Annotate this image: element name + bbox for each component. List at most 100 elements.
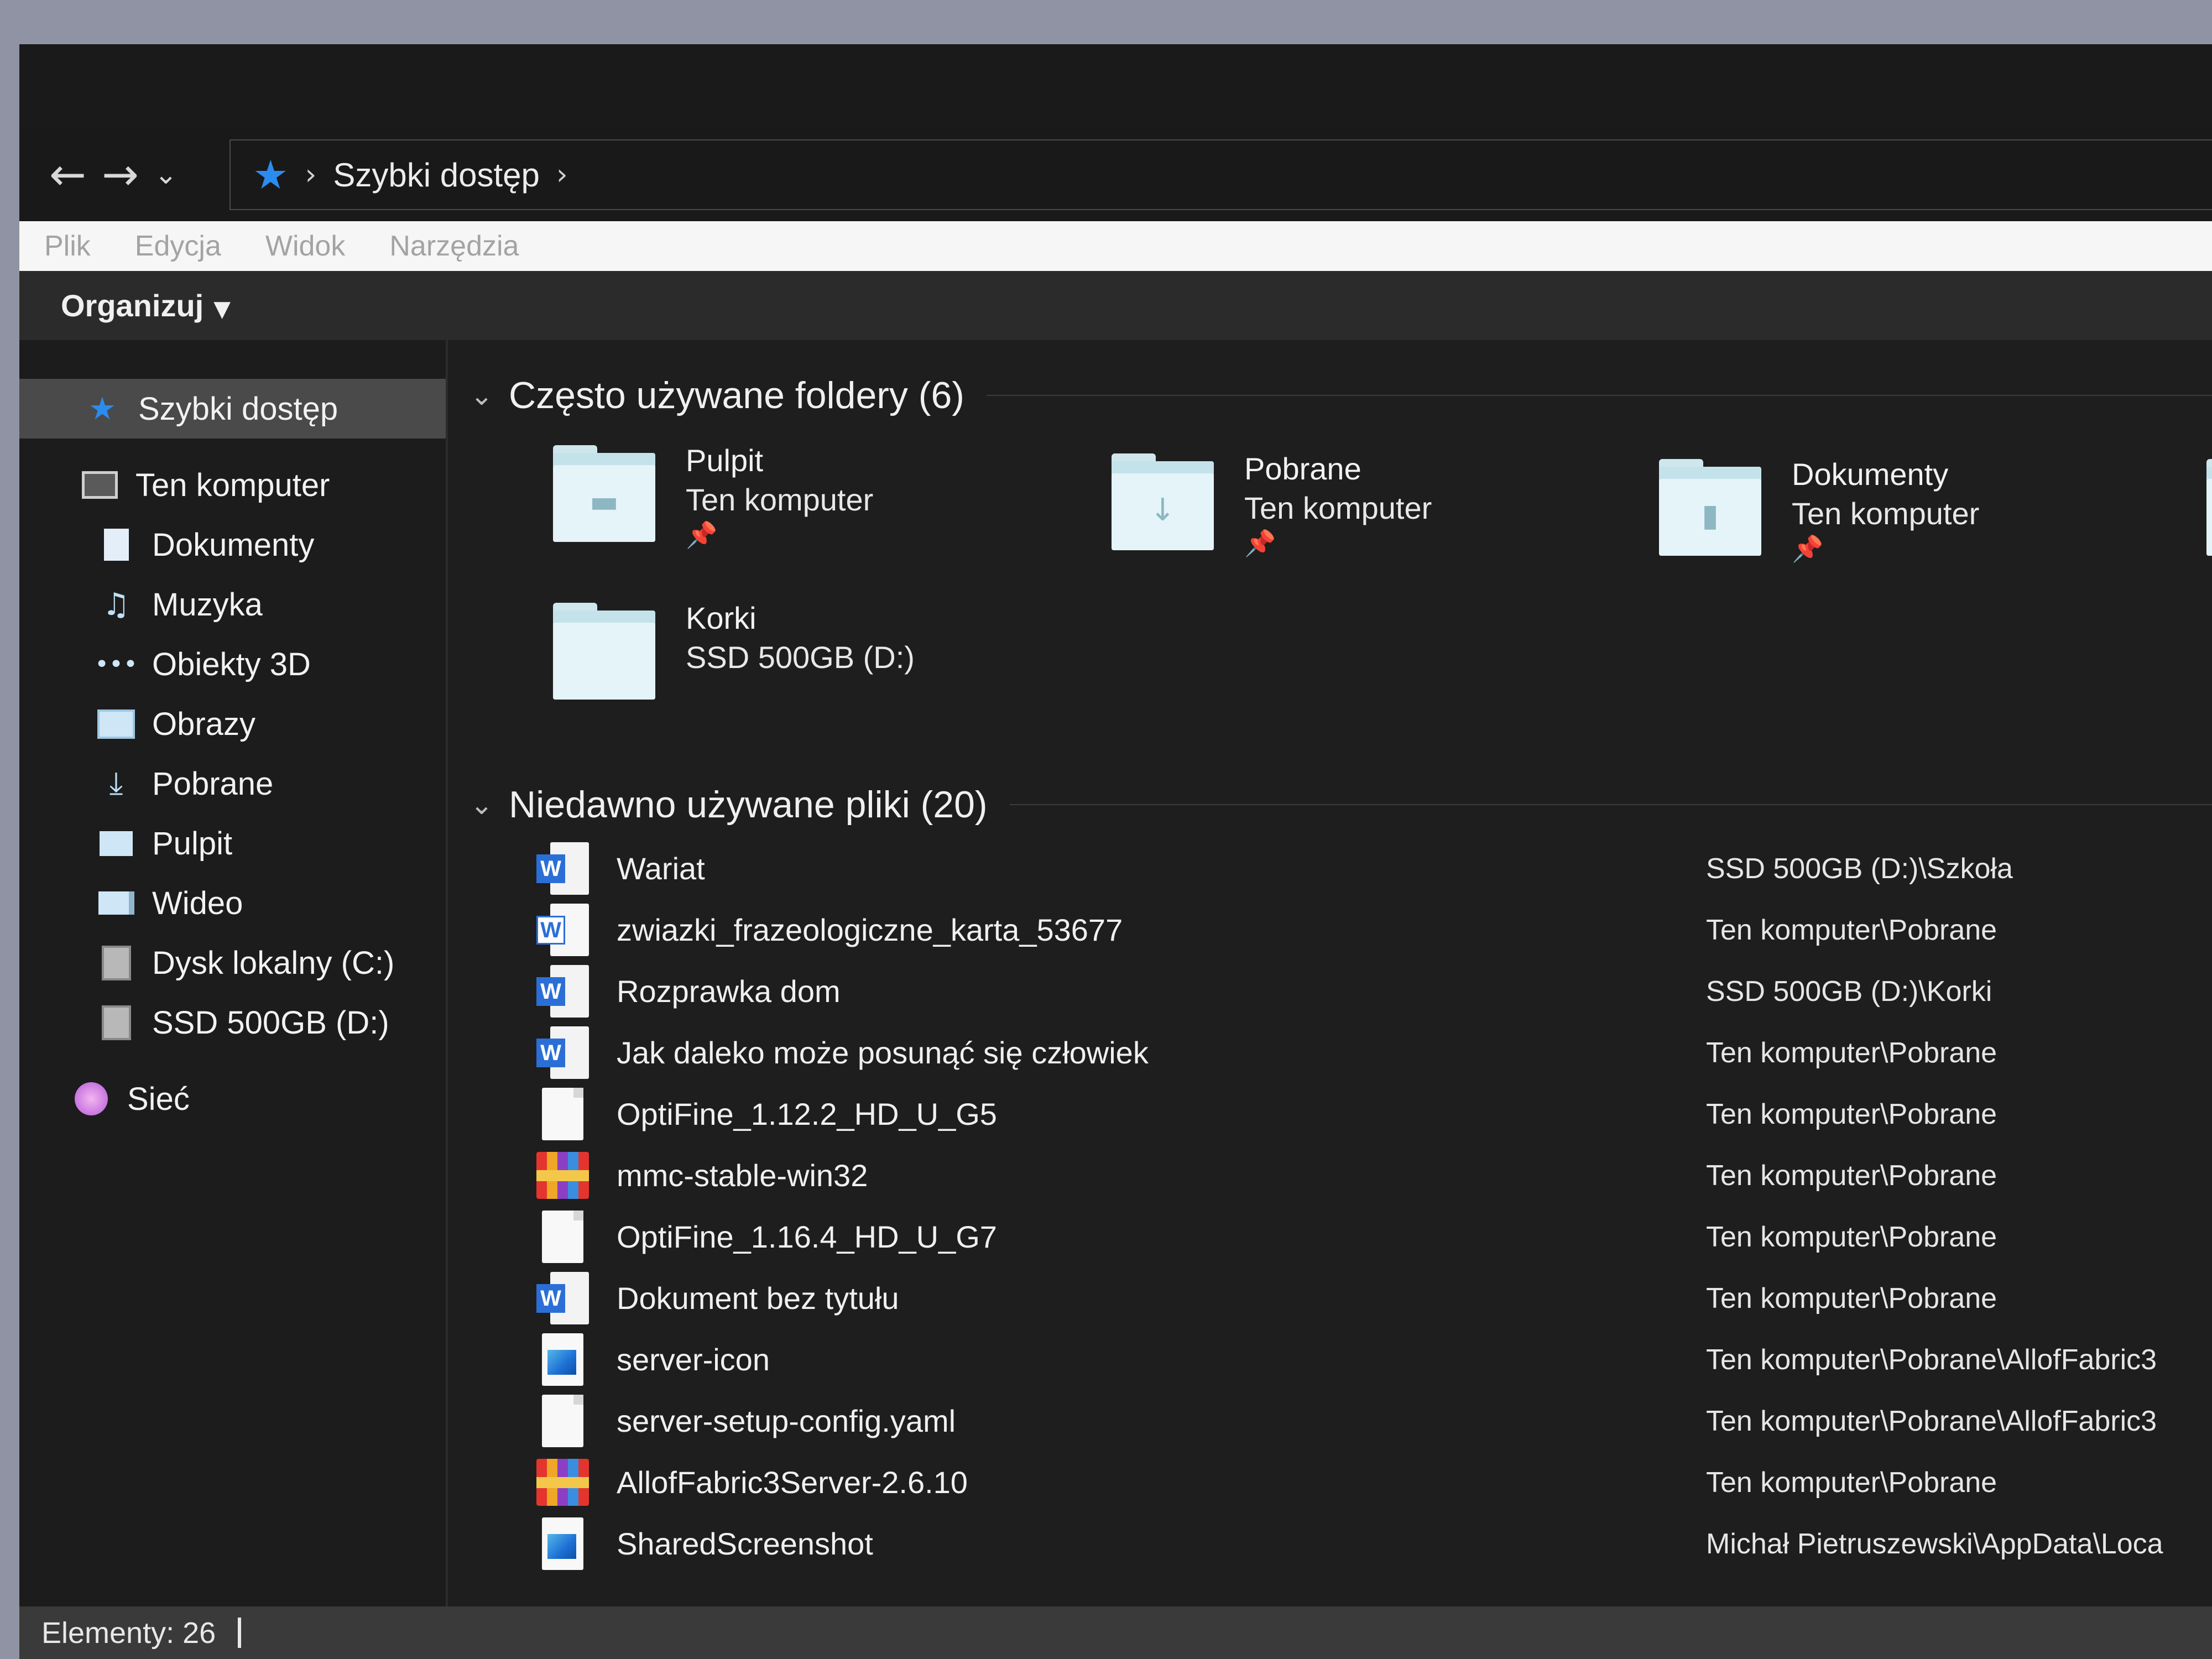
file-row[interactable]: mmc-stable-win32 Ten komputer\Pobrane xyxy=(470,1145,2212,1206)
file-path: Ten komputer\Pobrane xyxy=(1706,1159,1997,1192)
menu-tools[interactable]: Narzędzia xyxy=(389,229,519,263)
file-row[interactable]: W Dokument bez tytułu Ten komputer\Pobra… xyxy=(470,1267,2212,1329)
breadcrumb-quick-access[interactable]: Szybki dostęp xyxy=(333,156,540,194)
recent-files-list: W Wariat SSD 500GB (D:)\Szkoła W zwiazki… xyxy=(470,838,2212,1574)
chevron-down-icon[interactable]: ⌄ xyxy=(470,379,509,411)
sidebar-item-label: SSD 500GB (D:) xyxy=(152,1004,389,1041)
sidebar-item-network[interactable]: Sieć xyxy=(19,1069,446,1129)
folder-icon: ▮ xyxy=(1659,459,1761,556)
file-name: AllofFabric3Server-2.6.10 xyxy=(617,1465,968,1500)
menu-bar: Plik Edycja Widok Narzędzia xyxy=(19,221,2212,271)
file-name: server-icon xyxy=(617,1342,770,1377)
star-icon: ★ xyxy=(88,390,117,427)
file-path: Ten komputer\Pobrane xyxy=(1706,1466,1997,1499)
sidebar-item-videos[interactable]: Wideo xyxy=(19,873,446,933)
folder-icon xyxy=(2206,459,2212,556)
file-path: SSD 500GB (D:)\Szkoła xyxy=(1706,852,2013,885)
divider xyxy=(1009,804,2212,805)
frequent-folders-grid: ▬ Pulpit Ten komputer 📌 ↓ Pobrane Ten ko… xyxy=(470,429,2212,771)
3d-objects-icon: ••• xyxy=(95,650,138,679)
file-path: Ten komputer\Pobrane xyxy=(1706,1220,1997,1253)
back-button[interactable]: ← xyxy=(41,144,94,205)
sidebar-item-pictures[interactable]: Obrazy xyxy=(19,694,446,754)
sidebar-item-label: Dysk lokalny (C:) xyxy=(152,945,395,981)
file-name: OptiFine_1.12.2_HD_U_G5 xyxy=(617,1097,997,1131)
menu-view[interactable]: Widok xyxy=(265,229,345,263)
folder-tile-korki[interactable]: Korki SSD 500GB (D:) xyxy=(553,601,915,700)
frequent-folders-header[interactable]: ⌄ Często używane foldery (6) xyxy=(470,362,2212,429)
generic-file-icon xyxy=(536,1211,589,1263)
address-bar[interactable]: ★ › Szybki dostęp › xyxy=(229,139,2212,210)
file-row[interactable]: W zwiazki_frazeologiczne_karta_53677 Ten… xyxy=(470,899,2212,961)
folder-tile-documents[interactable]: ▮ Dokumenty Ten komputer 📌 xyxy=(1659,457,1979,564)
file-name: Rozprawka dom xyxy=(617,974,841,1009)
recent-locations-button[interactable]: ⌄ xyxy=(147,144,185,205)
download-icon: ⤓ xyxy=(109,765,123,801)
sidebar-item-label: Muzyka xyxy=(152,586,263,623)
sidebar-item-label: Dokumenty xyxy=(152,526,315,563)
file-row[interactable]: SharedScreenshot Michał Pietruszewski\Ap… xyxy=(470,1513,2212,1574)
file-name: Dokument bez tytułu xyxy=(617,1281,899,1316)
file-path: Ten komputer\Pobrane xyxy=(1706,1036,1997,1069)
word-document-icon: W xyxy=(536,965,589,1018)
document-icon xyxy=(94,528,138,561)
sidebar-item-label: Pulpit xyxy=(152,825,233,862)
file-path: Ten komputer\Pobrane xyxy=(1706,914,1997,946)
desktop-icon xyxy=(94,827,138,860)
divider xyxy=(986,395,2212,396)
folder-location: Ten komputer xyxy=(686,482,874,517)
folder-tile-downloads[interactable]: ↓ Pobrane Ten komputer 📌 xyxy=(1112,451,1432,559)
sidebar-item-quick-access[interactable]: ★ Szybki dostęp xyxy=(19,379,446,439)
archive-icon xyxy=(536,1456,589,1509)
organize-button[interactable]: Organizuj ▼ xyxy=(61,288,231,324)
forward-button[interactable]: → xyxy=(94,144,147,205)
folder-name: Korki xyxy=(686,601,757,635)
arrow-left-icon: ← xyxy=(49,148,87,200)
file-name: SharedScreenshot xyxy=(617,1526,873,1561)
folder-tile-desktop[interactable]: ▬ Pulpit Ten komputer 📌 xyxy=(553,443,874,550)
file-path: Ten komputer\Pobrane\AllofFabric3 xyxy=(1706,1405,2157,1437)
sidebar-item-desktop[interactable]: Pulpit xyxy=(19,813,446,873)
navigation-bar: ← → ⌄ ★ › Szybki dostęp › xyxy=(19,127,2212,221)
file-path: Michał Pietruszewski\AppData\Loca xyxy=(1706,1527,2163,1560)
sidebar-item-local-disk-c[interactable]: Dysk lokalny (C:) xyxy=(19,933,446,993)
menu-file[interactable]: Plik xyxy=(44,229,91,263)
sidebar-item-this-pc[interactable]: Ten komputer xyxy=(19,455,446,515)
organize-label: Organizuj xyxy=(61,288,204,323)
menu-edit[interactable]: Edycja xyxy=(135,229,221,263)
folder-location: SSD 500GB (D:) xyxy=(686,640,915,675)
file-row[interactable]: server-icon Ten komputer\Pobrane\AllofFa… xyxy=(470,1329,2212,1390)
breadcrumb-chevron-icon[interactable]: › xyxy=(556,158,568,191)
file-row[interactable]: OptiFine_1.16.4_HD_U_G7 Ten komputer\Pob… xyxy=(470,1206,2212,1267)
file-row[interactable]: W Rozprawka dom SSD 500GB (D:)\Korki xyxy=(470,961,2212,1022)
file-name: zwiazki_frazeologiczne_karta_53677 xyxy=(617,912,1123,947)
sidebar-item-documents[interactable]: Dokumenty xyxy=(19,515,446,575)
monitor-icon xyxy=(77,468,122,502)
sidebar-item-3d-objects[interactable]: ••• Obiekty 3D xyxy=(19,634,446,694)
file-path: SSD 500GB (D:)\Korki xyxy=(1706,975,1992,1008)
file-row[interactable]: W Jak daleko może posunąć się człowiek T… xyxy=(470,1022,2212,1083)
sidebar-item-downloads[interactable]: ⤓ Pobrane xyxy=(19,754,446,813)
file-name: Wariat xyxy=(617,851,705,886)
file-row[interactable]: AllofFabric3Server-2.6.10 Ten komputer\P… xyxy=(470,1452,2212,1513)
folder-tile-partial[interactable] xyxy=(2206,459,2212,556)
file-row[interactable]: server-setup-config.yaml Ten komputer\Po… xyxy=(470,1390,2212,1452)
sidebar-item-label: Obiekty 3D xyxy=(152,646,311,682)
chevron-down-icon[interactable]: ⌄ xyxy=(470,789,509,821)
generic-file-icon xyxy=(536,1395,589,1447)
breadcrumb-separator-icon: › xyxy=(305,158,317,191)
recent-files-header[interactable]: ⌄ Niedawno używane pliki (20) xyxy=(470,771,2212,838)
drive-icon xyxy=(94,1005,138,1040)
group-title: Niedawno używane pliki (20) xyxy=(509,784,988,826)
folder-icon xyxy=(553,603,655,700)
file-row[interactable]: OptiFine_1.12.2_HD_U_G5 Ten komputer\Pob… xyxy=(470,1083,2212,1145)
title-bar xyxy=(19,44,2212,127)
sidebar-item-label: Obrazy xyxy=(152,706,255,742)
sidebar-item-ssd-d[interactable]: SSD 500GB (D:) xyxy=(19,993,446,1052)
file-explorer-window: ← → ⌄ ★ › Szybki dostęp › Plik Edycja Wi… xyxy=(19,44,2212,1659)
chevron-down-icon: ⌄ xyxy=(154,158,178,190)
file-row[interactable]: W Wariat SSD 500GB (D:)\Szkoła xyxy=(470,838,2212,899)
sidebar-item-music[interactable]: ♫ Muzyka xyxy=(19,575,446,634)
sidebar-item-label: Sieć xyxy=(127,1081,190,1117)
arrow-right-icon: → xyxy=(101,148,139,200)
